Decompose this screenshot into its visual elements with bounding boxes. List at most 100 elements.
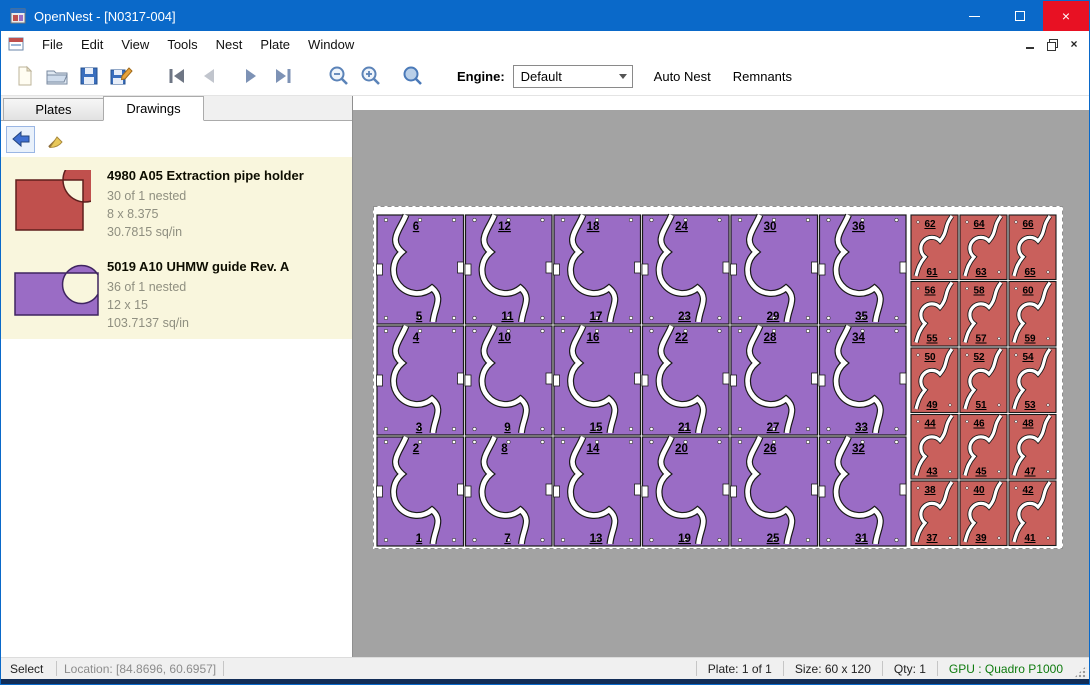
- resize-grip-icon[interactable]: [1073, 665, 1087, 679]
- nested-part-pair-purple[interactable]: 109: [465, 326, 552, 435]
- svg-text:37: 37: [926, 533, 938, 544]
- nest-plate[interactable]: 6512111817242330293635431091615222128273…: [373, 206, 1063, 549]
- svg-text:2: 2: [413, 443, 419, 455]
- nested-part-pair-red[interactable]: 4645: [960, 415, 1007, 480]
- nested-part-pair-red[interactable]: 6665: [1009, 215, 1056, 280]
- open-button[interactable]: [41, 61, 73, 91]
- zoom-out-icon: [328, 65, 350, 87]
- nested-part-pair-purple[interactable]: 1817: [554, 215, 641, 324]
- menu-bar: FileEditViewToolsNestPlateWindow ×: [1, 31, 1089, 57]
- save-as-button[interactable]: [105, 61, 137, 91]
- replace-drawing-button[interactable]: [6, 126, 35, 153]
- svg-text:59: 59: [1024, 334, 1036, 345]
- svg-text:8: 8: [501, 443, 508, 455]
- first-plate-button[interactable]: [161, 61, 193, 91]
- svg-text:11: 11: [501, 311, 514, 323]
- svg-text:5: 5: [416, 311, 423, 323]
- nested-part-pair-red[interactable]: 6463: [960, 215, 1007, 280]
- zoom-in-button[interactable]: [355, 61, 387, 91]
- engine-select[interactable]: Default: [513, 65, 633, 88]
- tab-drawings[interactable]: Drawings: [103, 96, 204, 121]
- nested-part-pair-purple[interactable]: 2423: [642, 215, 729, 324]
- nested-part-pair-red[interactable]: 5251: [960, 348, 1007, 413]
- svg-text:7: 7: [504, 533, 510, 545]
- engine-selected-value: Default: [514, 69, 615, 84]
- new-button[interactable]: [9, 61, 41, 91]
- svg-text:40: 40: [973, 485, 985, 496]
- nested-part-pair-purple[interactable]: 3635: [819, 215, 906, 324]
- nested-part-pair-red[interactable]: 3837: [911, 481, 958, 546]
- menu-item-window[interactable]: Window: [299, 37, 363, 52]
- nested-part-pair-purple[interactable]: 87: [465, 437, 552, 546]
- svg-text:27: 27: [767, 422, 780, 434]
- drawing-area: 103.7137 sq/in: [107, 314, 346, 332]
- nested-part-pair-purple[interactable]: 21: [377, 437, 464, 546]
- nested-part-pair-red[interactable]: 5453: [1009, 348, 1056, 413]
- menu-item-nest[interactable]: Nest: [207, 37, 252, 52]
- nested-part-pair-red[interactable]: 6261: [911, 215, 958, 280]
- clean-button[interactable]: [40, 126, 69, 153]
- nested-part-pair-purple[interactable]: 65: [377, 215, 464, 324]
- next-plate-button[interactable]: [235, 61, 267, 91]
- menu-item-view[interactable]: View: [112, 37, 158, 52]
- menu-items: FileEditViewToolsNestPlateWindow: [33, 37, 363, 52]
- status-plate: Plate: 1 of 1: [704, 662, 776, 676]
- nested-part-pair-red[interactable]: 4847: [1009, 415, 1056, 480]
- menu-item-tools[interactable]: Tools: [158, 37, 206, 52]
- drawing-list-item[interactable]: 5019 A10 UHMW guide Rev. A 36 of 1 neste…: [1, 248, 352, 339]
- remnants-button[interactable]: Remnants: [722, 62, 803, 90]
- nested-part-pair-purple[interactable]: 1211: [465, 215, 552, 324]
- maximize-button[interactable]: [997, 1, 1043, 31]
- drawing-title: 5019 A10 UHMW guide Rev. A: [107, 259, 346, 274]
- mdi-minimize-button[interactable]: [1019, 34, 1041, 54]
- nested-part-pair-purple[interactable]: 2827: [731, 326, 818, 435]
- svg-text:26: 26: [764, 443, 777, 455]
- minimize-icon: [969, 16, 980, 17]
- nested-part-pair-purple[interactable]: 2019: [642, 437, 729, 546]
- menu-item-edit[interactable]: Edit: [72, 37, 112, 52]
- nested-part-pair-purple[interactable]: 3433: [819, 326, 906, 435]
- svg-text:34: 34: [852, 332, 865, 344]
- svg-text:39: 39: [975, 533, 987, 544]
- nested-part-pair-red[interactable]: 6059: [1009, 282, 1056, 347]
- nested-part-pair-purple[interactable]: 43: [377, 326, 464, 435]
- previous-plate-button[interactable]: [193, 61, 225, 91]
- svg-text:18: 18: [587, 221, 600, 233]
- svg-text:41: 41: [1024, 533, 1036, 544]
- minimize-button[interactable]: [951, 1, 997, 31]
- zoom-out-button[interactable]: [323, 61, 355, 91]
- nested-part-pair-purple[interactable]: 2221: [642, 326, 729, 435]
- chevron-down-icon[interactable]: [615, 66, 632, 87]
- maximize-icon: [1015, 11, 1025, 21]
- svg-text:36: 36: [852, 221, 865, 233]
- nested-part-pair-purple[interactable]: 3231: [819, 437, 906, 546]
- mdi-close-button[interactable]: ×: [1063, 34, 1085, 54]
- menu-item-file[interactable]: File: [33, 37, 72, 52]
- nested-part-pair-purple[interactable]: 2625: [731, 437, 818, 546]
- svg-text:6: 6: [413, 221, 419, 233]
- drawing-size: 12 x 15: [107, 296, 346, 314]
- auto-nest-button[interactable]: Auto Nest: [643, 62, 722, 90]
- mdi-restore-button[interactable]: [1041, 34, 1063, 54]
- zoom-fit-button[interactable]: [397, 61, 429, 91]
- nested-part-pair-red[interactable]: 4443: [911, 415, 958, 480]
- status-mode: Select: [1, 662, 49, 676]
- nested-part-pair-purple[interactable]: 1615: [554, 326, 641, 435]
- nested-part-pair-red[interactable]: 5049: [911, 348, 958, 413]
- last-plate-button[interactable]: [267, 61, 299, 91]
- nested-part-pair-red[interactable]: 5857: [960, 282, 1007, 347]
- menu-item-plate[interactable]: Plate: [251, 37, 299, 52]
- drawing-list-item[interactable]: 4980 A05 Extraction pipe holder 30 of 1 …: [1, 157, 352, 248]
- nested-part-pair-purple[interactable]: 3029: [731, 215, 818, 324]
- broom-icon: [45, 129, 65, 149]
- close-button[interactable]: ×: [1043, 1, 1089, 31]
- nested-part-pair-red[interactable]: 5655: [911, 282, 958, 347]
- nested-part-pair-red[interactable]: 4241: [1009, 481, 1056, 546]
- nested-part-pair-purple[interactable]: 1413: [554, 437, 641, 546]
- save-button[interactable]: [73, 61, 105, 91]
- tab-plates[interactable]: Plates: [3, 98, 104, 120]
- drawing-thumbnail-red: [11, 164, 107, 241]
- nested-part-pair-red[interactable]: 40 39: [960, 481, 1007, 546]
- nest-canvas[interactable]: 6512111817242330293635431091615222128273…: [353, 96, 1089, 657]
- bottom-edge: [1, 679, 1089, 684]
